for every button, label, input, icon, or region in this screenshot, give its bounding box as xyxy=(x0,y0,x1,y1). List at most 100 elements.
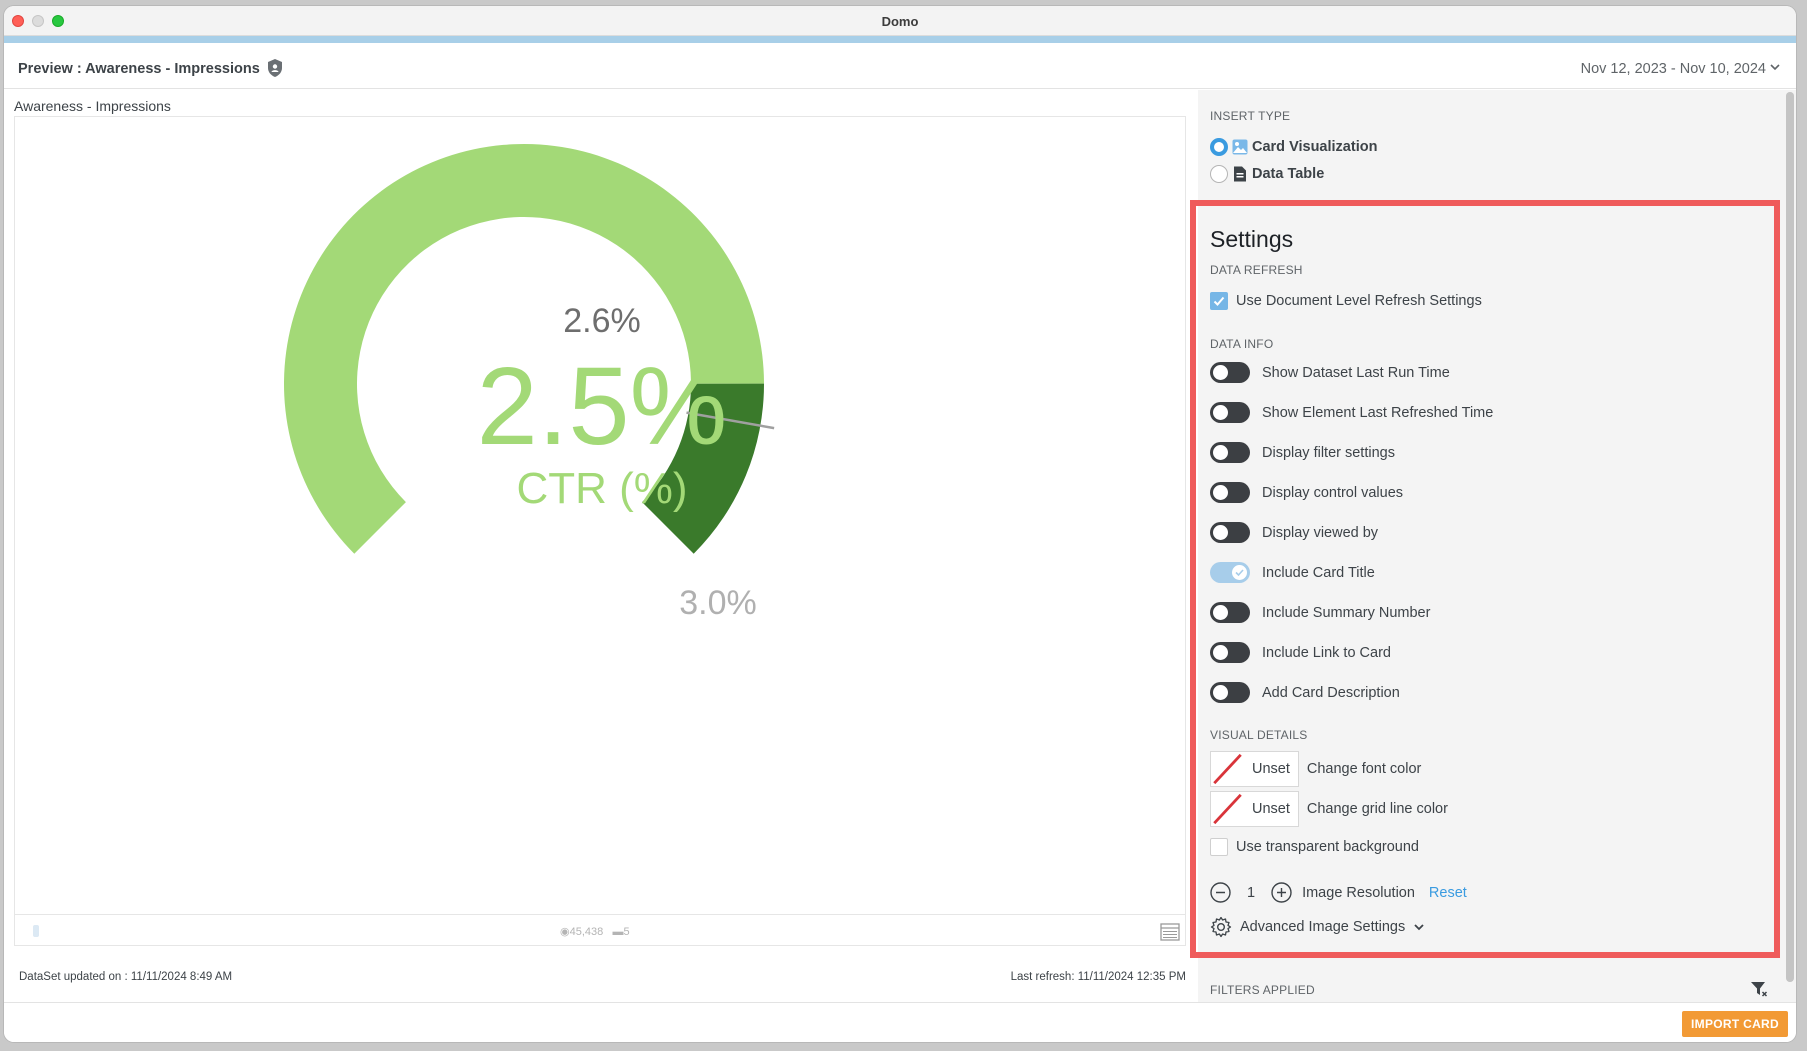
radio-card-visualization[interactable]: Card Visualization xyxy=(1210,138,1377,156)
toggle-label: Include Link to Card xyxy=(1262,644,1391,661)
dataset-updated: DataSet updated on : 11/11/2024 8:49 AM xyxy=(19,971,233,983)
grid-color-label: Change grid line color xyxy=(1306,801,1448,817)
filters-applied-label: FILTERS APPLIED xyxy=(1210,983,1315,997)
toggle-switch[interactable] xyxy=(1210,482,1250,503)
image-resolution-row: 1 Image Resolution Reset xyxy=(1210,882,1467,903)
visual-details-label: VISUAL DETAILS xyxy=(1210,728,1308,742)
views-count: 45,438 xyxy=(569,926,604,938)
font-color-picker[interactable]: Unset xyxy=(1210,751,1299,787)
transparent-bg-checkbox[interactable] xyxy=(1210,838,1228,856)
toggle-switch[interactable] xyxy=(1210,602,1250,623)
insert-type-label: INSERT TYPE xyxy=(1210,109,1291,123)
radio-button[interactable] xyxy=(1210,165,1228,183)
doc-refresh-checkbox-row[interactable]: Use Document Level Refresh Settings xyxy=(1210,292,1482,310)
toggle-row-viewed-by[interactable]: Display viewed by xyxy=(1210,522,1378,543)
table-view-icon[interactable] xyxy=(1160,923,1180,941)
toggle-row-card-title[interactable]: Include Card Title xyxy=(1210,562,1375,583)
check-icon xyxy=(1235,569,1244,577)
image-resolution-label: Image Resolution xyxy=(1302,884,1415,901)
toggle-label: Include Card Title xyxy=(1262,564,1375,581)
insert-option-label: Card Visualization xyxy=(1252,139,1378,155)
last-refresh: Last refresh: 11/11/2024 12:35 PM xyxy=(1010,971,1186,983)
doc-refresh-checkbox[interactable] xyxy=(1210,292,1228,310)
preview-title: Preview : Awareness - Impressions xyxy=(18,61,260,77)
minus-circle-icon[interactable] xyxy=(1210,882,1231,903)
settings-section: Settings DATA REFRESH Use Document Level… xyxy=(1190,200,1780,958)
toggle-label: Display filter settings xyxy=(1262,444,1395,461)
comment-icon: ▬ xyxy=(612,926,624,938)
toggle-label: Show Element Last Refreshed Time xyxy=(1262,404,1494,421)
gear-icon xyxy=(1210,916,1232,938)
date-range-selector[interactable]: Nov 12, 2023 - Nov 10, 2024 xyxy=(1581,61,1766,77)
gauge-target-label: 2.6% xyxy=(563,302,641,340)
toggle-label: Add Card Description xyxy=(1262,684,1400,701)
grid-color-unset-button[interactable]: Unset xyxy=(1244,791,1299,827)
chevron-down-icon xyxy=(1414,924,1424,931)
toggle-label: Display control values xyxy=(1262,484,1404,501)
card-title: Awareness - Impressions xyxy=(14,98,171,114)
toggle-switch[interactable] xyxy=(1210,522,1250,543)
doc-refresh-label: Use Document Level Refresh Settings xyxy=(1236,293,1482,309)
toggle-row-control-values[interactable]: Display control values xyxy=(1210,482,1403,503)
grid-color-row: Unset Change grid line color xyxy=(1210,791,1448,827)
advanced-image-settings[interactable]: Advanced Image Settings xyxy=(1210,916,1425,938)
toggle-row-summary-number[interactable]: Include Summary Number xyxy=(1210,602,1430,623)
toggle-switch[interactable] xyxy=(1210,562,1250,583)
eye-icon: ◉ xyxy=(560,926,570,938)
settings-title: Settings xyxy=(1210,226,1294,252)
filter-icon[interactable] xyxy=(1750,980,1768,998)
scroll-thumb[interactable] xyxy=(1786,92,1794,982)
font-color-unset-button[interactable]: Unset xyxy=(1244,751,1299,787)
image-icon xyxy=(1232,139,1248,155)
gauge-max-label: 3.0% xyxy=(679,584,757,622)
check-icon xyxy=(1213,296,1225,306)
insert-option-label: Data Table xyxy=(1252,166,1325,182)
document-icon xyxy=(1234,166,1246,182)
title-bar: Domo xyxy=(4,6,1796,36)
image-resolution-value: 1 xyxy=(1247,884,1256,901)
toggle-switch[interactable] xyxy=(1210,362,1250,383)
toggle-label: Show Dataset Last Run Time xyxy=(1262,364,1450,381)
toggle-switch[interactable] xyxy=(1210,442,1250,463)
transparent-bg-label: Use transparent background xyxy=(1236,839,1419,855)
window-title: Domo xyxy=(881,14,919,29)
card-badge xyxy=(33,925,39,937)
data-info-label: DATA INFO xyxy=(1210,337,1274,351)
font-color-label: Change font color xyxy=(1306,761,1422,777)
reset-link[interactable]: Reset xyxy=(1429,885,1467,901)
card-preview: Awareness - Impressions 2.6% 2.5% CTR (%… xyxy=(4,90,1198,1002)
unset-color-swatch[interactable] xyxy=(1210,791,1244,827)
toggle-row-card-description[interactable]: Add Card Description xyxy=(1210,682,1400,703)
gauge-chart: 2.6% 2.5% CTR (%) 3.0% xyxy=(284,144,775,622)
card-stats: ◉45,438 ▬5 xyxy=(560,925,630,938)
plus-circle-icon[interactable] xyxy=(1271,882,1292,903)
preview-header: Preview : Awareness - Impressions Nov 12… xyxy=(4,43,1796,89)
card-frame: 2.6% 2.5% CTR (%) 3.0% xyxy=(14,116,1186,946)
import-card-button[interactable]: IMPORT CARD xyxy=(1682,1011,1788,1037)
data-refresh-label: DATA REFRESH xyxy=(1210,263,1303,277)
chevron-down-icon[interactable] xyxy=(1768,60,1782,74)
unset-color-swatch[interactable] xyxy=(1210,751,1244,787)
accent-bar xyxy=(4,36,1796,43)
toggle-label: Display viewed by xyxy=(1262,524,1379,541)
settings-panel: INSERT TYPE Card Visualization Data Tabl… xyxy=(1190,90,1796,1002)
toggle-switch[interactable] xyxy=(1210,402,1250,423)
toggle-row-filter-settings[interactable]: Display filter settings xyxy=(1210,442,1395,463)
toggle-switch[interactable] xyxy=(1210,682,1250,703)
toggle-label: Include Summary Number xyxy=(1262,604,1431,621)
certified-shield-icon xyxy=(268,59,282,77)
grid-color-picker[interactable]: Unset xyxy=(1210,791,1299,827)
comments-count: 5 xyxy=(623,926,630,938)
radio-button[interactable] xyxy=(1210,138,1228,156)
advanced-settings-label: Advanced Image Settings xyxy=(1240,919,1406,935)
radio-data-table[interactable]: Data Table xyxy=(1210,165,1324,183)
card-footer: ◉45,438 ▬5 xyxy=(14,914,1186,948)
font-color-row: Unset Change font color xyxy=(1210,751,1421,787)
panel-scrollbar[interactable] xyxy=(1786,92,1794,982)
toggle-row-link-to-card[interactable]: Include Link to Card xyxy=(1210,642,1391,663)
toggle-row-dataset-run-time[interactable]: Show Dataset Last Run Time xyxy=(1210,362,1450,383)
toggle-switch[interactable] xyxy=(1210,642,1250,663)
bottom-bar: IMPORT CARD xyxy=(4,1002,1796,1042)
transparent-bg-row[interactable]: Use transparent background xyxy=(1210,838,1419,856)
toggle-row-element-refreshed-time[interactable]: Show Element Last Refreshed Time xyxy=(1210,402,1493,423)
